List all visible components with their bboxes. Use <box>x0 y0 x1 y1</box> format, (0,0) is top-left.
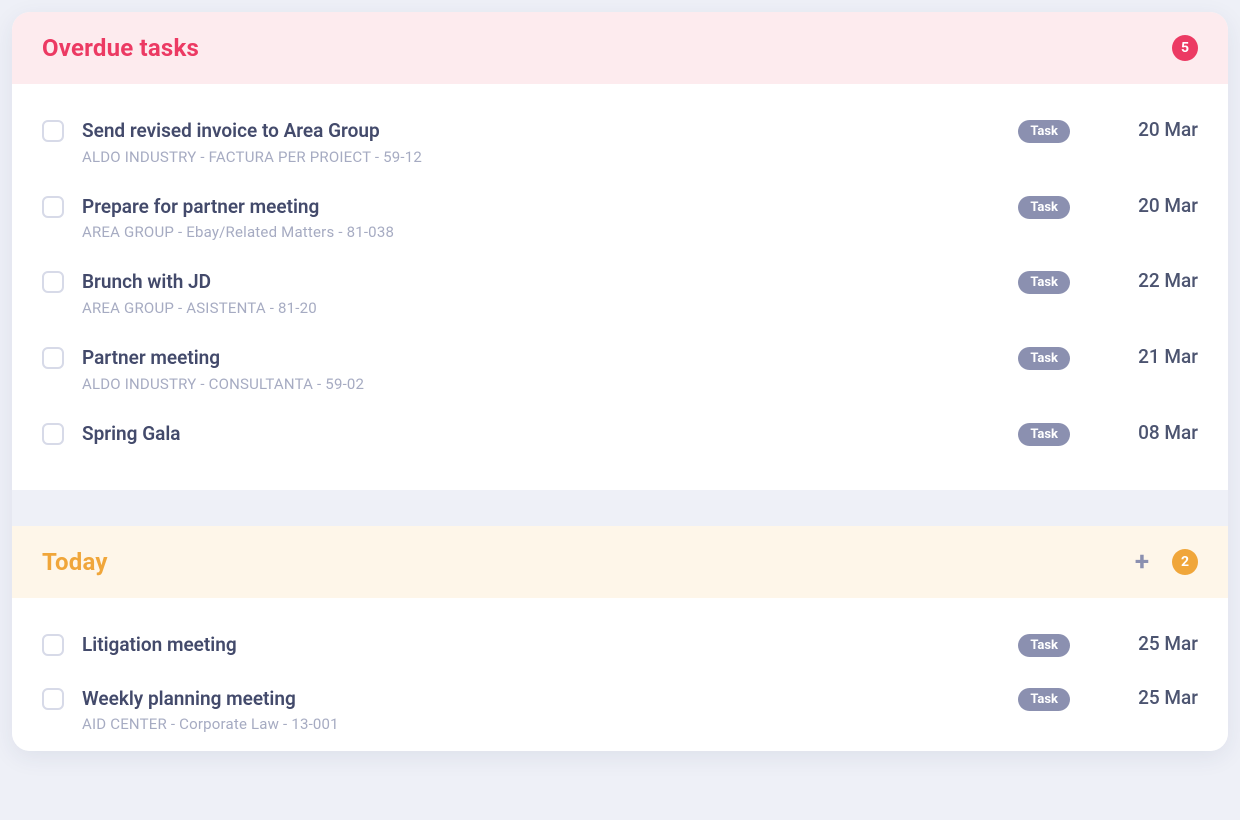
task-date: 20 Mar <box>1108 194 1198 217</box>
task-title: Send revised invoice to Area Group <box>82 118 1000 144</box>
task-type-tag: Task <box>1018 347 1070 370</box>
task-date: 25 Mar <box>1108 632 1198 655</box>
overdue-count-badge: 5 <box>1172 35 1198 61</box>
overdue-header-right: 5 <box>1172 35 1198 61</box>
task-type-tag: Task <box>1018 423 1070 446</box>
task-main: Partner meeting ALDO INDUSTRY - CONSULTA… <box>82 345 1000 393</box>
task-title: Brunch with JD <box>82 269 1000 295</box>
task-title: Prepare for partner meeting <box>82 194 1000 220</box>
task-row[interactable]: Weekly planning meeting AID CENTER - Cor… <box>42 672 1198 734</box>
task-row[interactable]: Prepare for partner meeting AREA GROUP -… <box>42 180 1198 256</box>
task-main: Brunch with JD AREA GROUP - ASISTENTA - … <box>82 269 1000 317</box>
task-main: Prepare for partner meeting AREA GROUP -… <box>82 194 1000 242</box>
task-subtitle: AREA GROUP - Ebay/Related Matters - 81-0… <box>82 223 1000 241</box>
task-main: Weekly planning meeting AID CENTER - Cor… <box>82 686 1000 734</box>
task-checkbox[interactable] <box>42 120 64 142</box>
task-row[interactable]: Send revised invoice to Area Group ALDO … <box>42 104 1198 180</box>
task-type-tag: Task <box>1018 634 1070 657</box>
today-header-right: + 2 <box>1130 549 1198 575</box>
task-date: 21 Mar <box>1108 345 1198 368</box>
task-main: Spring Gala <box>82 421 1000 447</box>
tasks-card: Overdue tasks 5 Send revised invoice to … <box>12 12 1228 751</box>
task-row[interactable]: Spring Gala Task 08 Mar <box>42 407 1198 461</box>
task-subtitle: AREA GROUP - ASISTENTA - 81-20 <box>82 299 1000 317</box>
overdue-title: Overdue tasks <box>42 34 199 62</box>
add-task-button[interactable]: + <box>1130 550 1154 574</box>
task-checkbox[interactable] <box>42 271 64 293</box>
task-type-tag: Task <box>1018 688 1070 711</box>
task-main: Send revised invoice to Area Group ALDO … <box>82 118 1000 166</box>
overdue-task-list: Send revised invoice to Area Group ALDO … <box>12 84 1228 490</box>
overdue-header: Overdue tasks 5 <box>12 12 1228 84</box>
today-header: Today + 2 <box>12 526 1228 598</box>
task-row[interactable]: Brunch with JD AREA GROUP - ASISTENTA - … <box>42 255 1198 331</box>
task-title: Partner meeting <box>82 345 1000 371</box>
section-gap <box>12 490 1228 526</box>
task-row[interactable]: Litigation meeting Task 25 Mar <box>42 618 1198 672</box>
task-checkbox[interactable] <box>42 688 64 710</box>
task-date: 20 Mar <box>1108 118 1198 141</box>
task-checkbox[interactable] <box>42 423 64 445</box>
task-date: 25 Mar <box>1108 686 1198 709</box>
task-row[interactable]: Partner meeting ALDO INDUSTRY - CONSULTA… <box>42 331 1198 407</box>
task-checkbox[interactable] <box>42 634 64 656</box>
task-title: Litigation meeting <box>82 632 1000 658</box>
plus-icon: + <box>1135 549 1149 575</box>
task-type-tag: Task <box>1018 120 1070 143</box>
task-checkbox[interactable] <box>42 196 64 218</box>
task-date: 08 Mar <box>1108 421 1198 444</box>
task-title: Spring Gala <box>82 421 1000 447</box>
task-type-tag: Task <box>1018 271 1070 294</box>
task-subtitle: ALDO INDUSTRY - FACTURA PER PROIECT - 59… <box>82 148 1000 166</box>
today-title: Today <box>42 548 108 576</box>
task-main: Litigation meeting <box>82 632 1000 658</box>
task-date: 22 Mar <box>1108 269 1198 292</box>
task-title: Weekly planning meeting <box>82 686 1000 712</box>
task-subtitle: AID CENTER - Corporate Law - 13-001 <box>82 715 1000 733</box>
today-count-badge: 2 <box>1172 549 1198 575</box>
task-subtitle: ALDO INDUSTRY - CONSULTANTA - 59-02 <box>82 375 1000 393</box>
today-task-list: Litigation meeting Task 25 Mar Weekly pl… <box>12 598 1228 751</box>
task-checkbox[interactable] <box>42 347 64 369</box>
task-type-tag: Task <box>1018 196 1070 219</box>
